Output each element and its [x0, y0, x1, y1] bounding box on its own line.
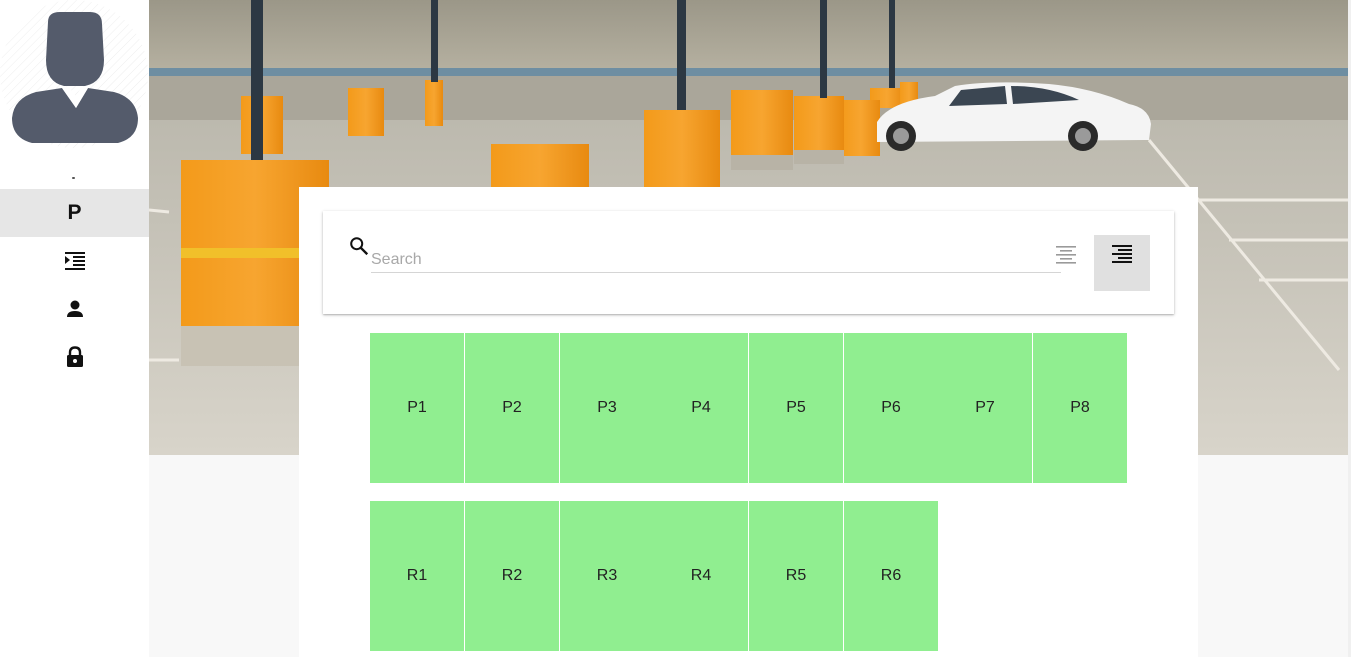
nav-item-account[interactable] [0, 285, 149, 333]
search-panel [323, 211, 1174, 314]
parking-slot-r2[interactable]: R2 [465, 501, 559, 651]
avatar [0, 0, 149, 150]
avatar-caption-dot [72, 177, 75, 179]
nav-item-list[interactable] [0, 237, 149, 285]
parking-slot-r3[interactable]: R3 [560, 501, 654, 651]
parking-slot-p6[interactable]: P6 [844, 333, 938, 483]
user-silhouette-icon [0, 0, 148, 148]
parking-slot-p7[interactable]: P7 [938, 333, 1032, 483]
parking-slot-p3[interactable]: P3 [560, 333, 654, 483]
parking-slot-p1[interactable]: P1 [370, 333, 464, 483]
nav-item-parking[interactable]: P [0, 189, 149, 237]
align-center-icon [1056, 246, 1076, 264]
sidebar: P [0, 0, 149, 657]
parking-slot-r4[interactable]: R4 [654, 501, 748, 651]
search-icon [350, 237, 369, 256]
parking-slot-p8[interactable]: P8 [1033, 333, 1127, 483]
parking-p-icon: P [67, 201, 82, 224]
lock-icon [66, 346, 83, 367]
align-center-button[interactable] [1054, 243, 1078, 267]
parking-slot-p2[interactable]: P2 [465, 333, 559, 483]
person-icon [66, 300, 83, 317]
parking-slot-p4[interactable]: P4 [654, 333, 748, 483]
parking-slot-p5[interactable]: P5 [749, 333, 843, 483]
format-indent-list-icon [64, 252, 85, 270]
parking-slot-r6[interactable]: R6 [844, 501, 938, 651]
nav-item-logout[interactable] [0, 333, 149, 381]
main-card: P1 P2 P3 P4 P5 P6 P7 P8 R1 R2 R3 R4 R5 R… [299, 187, 1198, 657]
search-input[interactable] [371, 247, 1061, 273]
align-right-icon [1112, 245, 1132, 263]
parking-slot-r1[interactable]: R1 [370, 501, 464, 651]
align-right-button[interactable] [1094, 235, 1150, 291]
parking-slot-r5[interactable]: R5 [749, 501, 843, 651]
